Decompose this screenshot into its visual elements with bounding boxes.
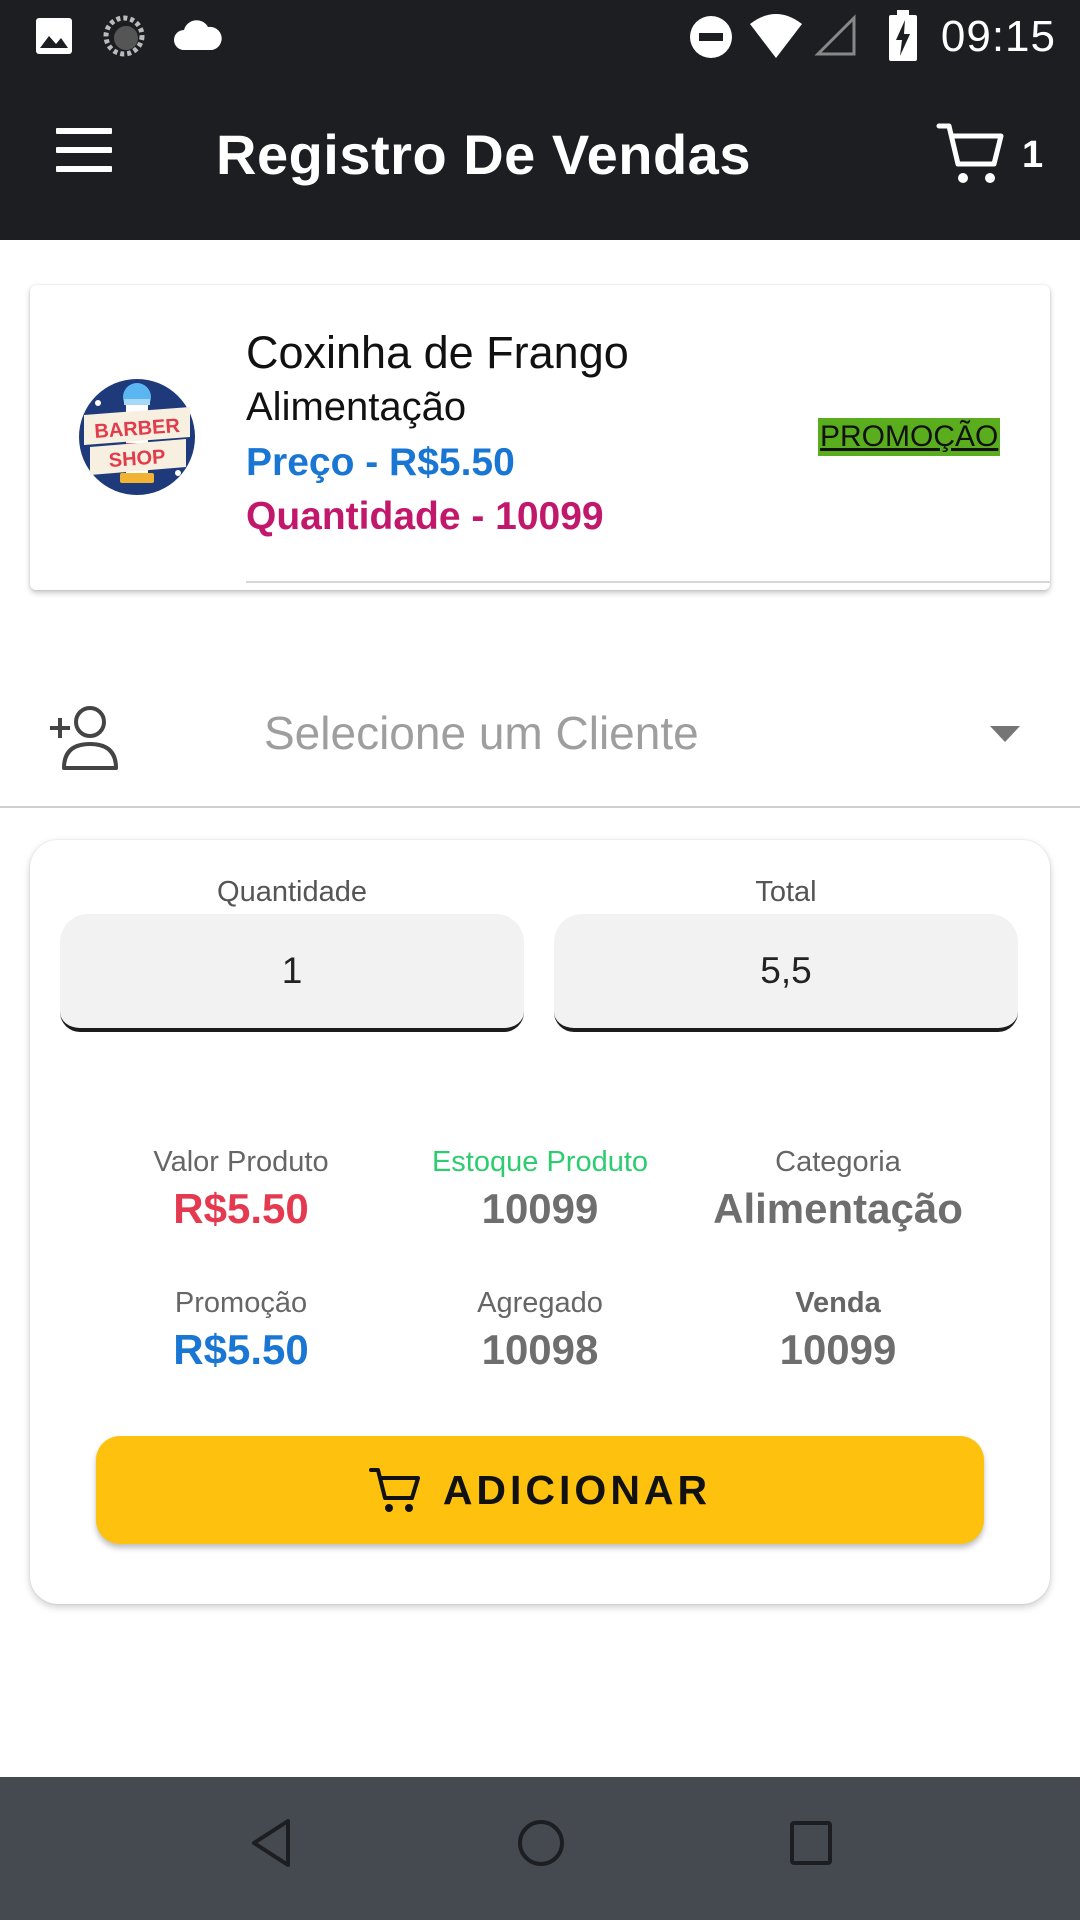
stat-categoria: Categoria Alimentação — [673, 1146, 1003, 1233]
client-select[interactable]: Selecione um Cliente — [264, 706, 699, 760]
system-nav-bar — [0, 1777, 1080, 1920]
stat-valor-produto: Valor Produto R$5.50 — [76, 1146, 406, 1233]
sync-icon — [103, 15, 145, 57]
status-time: 09:15 — [940, 12, 1056, 61]
product-name: Coxinha de Frango — [246, 327, 629, 378]
add-person-icon[interactable] — [48, 700, 120, 772]
categoria-label: Categoria — [775, 1146, 901, 1178]
stat-estoque-produto: Estoque Produto 10099 — [375, 1146, 705, 1233]
client-divider — [0, 806, 1080, 808]
svg-text:SHOP: SHOP — [108, 446, 166, 472]
agregado-value: 10098 — [481, 1326, 599, 1373]
cart-count-badge: 1 — [1022, 134, 1044, 176]
recents-icon[interactable] — [788, 1817, 834, 1869]
cloud-icon — [174, 20, 222, 50]
status-bar: 09:15 — [0, 0, 1080, 76]
venda-value: 10099 — [779, 1326, 897, 1373]
product-price: Preço - R$5.50 — [246, 441, 515, 484]
agregado-label: Agregado — [477, 1287, 603, 1319]
total-input[interactable] — [554, 950, 1018, 992]
client-selector-row: Selecione um Cliente — [0, 690, 1080, 808]
quantity-input[interactable] — [60, 950, 524, 992]
quantity-field-box — [60, 914, 524, 1032]
venda-label: Venda — [795, 1287, 881, 1319]
valor-produto-value: R$5.50 — [173, 1185, 309, 1232]
barber-shop-logo: BARBER SHOP — [79, 379, 195, 495]
home-icon[interactable] — [516, 1817, 566, 1869]
add-button[interactable]: ADICIONAR — [96, 1436, 984, 1544]
estoque-produto-label: Estoque Produto — [431, 1146, 649, 1178]
dnd-icon — [690, 16, 732, 58]
total-label: Total — [755, 876, 817, 908]
sale-form-card: Quantidade Total Valor Produto R$5.50 Es… — [30, 840, 1050, 1604]
signal-icon — [814, 14, 856, 56]
estoque-produto-value: 10099 — [481, 1185, 599, 1232]
quantity-label: Quantidade — [217, 876, 367, 908]
stat-agregado: Agregado 10098 — [375, 1287, 705, 1374]
app-bar: Registro De Vendas 1 — [0, 76, 1080, 240]
categoria-value: Alimentação — [713, 1185, 963, 1232]
add-button-label: ADICIONAR — [442, 1466, 712, 1513]
menu-icon[interactable] — [56, 128, 112, 188]
product-quantity: Quantidade - 10099 — [246, 495, 604, 538]
cart-icon[interactable] — [936, 118, 1006, 188]
card-divider — [246, 581, 1050, 583]
product-card[interactable]: BARBER SHOP Coxinha de Frango Alimentaçã… — [30, 285, 1050, 590]
promocao-label: Promoção — [174, 1287, 308, 1319]
page-title: Registro De Vendas — [216, 123, 751, 186]
battery-charging-icon — [889, 10, 917, 61]
promo-badge: PROMOÇÃO — [818, 418, 1001, 456]
wifi-icon — [750, 14, 802, 58]
cart-icon — [368, 1468, 420, 1512]
valor-produto-label: Valor Produto — [153, 1146, 329, 1178]
back-icon[interactable] — [248, 1817, 294, 1869]
chevron-down-icon[interactable] — [990, 726, 1020, 742]
image-icon — [36, 18, 72, 54]
stat-promocao: Promoção R$5.50 — [76, 1287, 406, 1374]
promocao-value: R$5.50 — [173, 1326, 309, 1373]
stat-venda: Venda 10099 — [673, 1287, 1003, 1374]
total-field-box — [554, 914, 1018, 1032]
product-category: Alimentação — [246, 385, 467, 429]
